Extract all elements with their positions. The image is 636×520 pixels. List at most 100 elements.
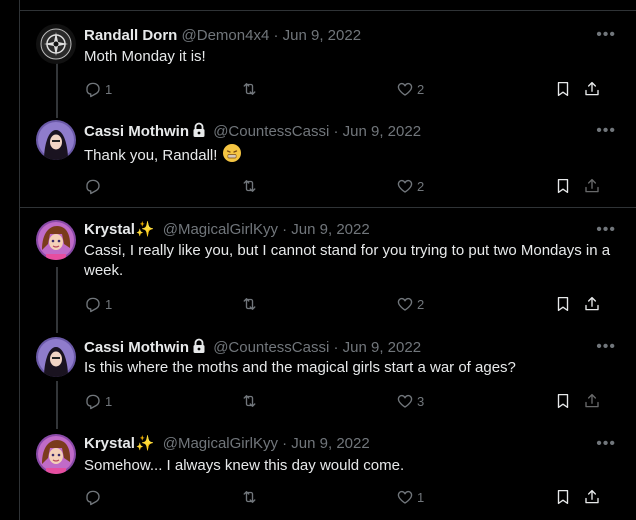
reply-button[interactable] (84, 177, 105, 195)
like-icon (397, 297, 413, 311)
like-button[interactable]: 2 (396, 80, 424, 98)
tweet-text-container: Thank you, Randall! (84, 143, 614, 166)
retweet-button[interactable] (240, 392, 262, 410)
share-button[interactable] (583, 80, 601, 98)
avatar[interactable] (36, 220, 76, 260)
tweet-actions: 1 3 (84, 392, 624, 412)
tweet-actions: 2 (84, 177, 624, 197)
retweet-button[interactable] (240, 488, 262, 506)
more-icon[interactable]: ••• (596, 221, 616, 239)
like-button[interactable]: 1 (396, 488, 424, 506)
tweet-actions: 1 2 (84, 80, 624, 100)
conversation-divider (19, 207, 636, 208)
tweet-date[interactable]: · Jun 9, 2022 (273, 27, 361, 44)
like-count: 2 (417, 296, 425, 312)
bookmark-icon (557, 393, 569, 409)
bookmark-icon (557, 178, 569, 194)
author-handle[interactable]: @Demon4x4 (182, 27, 270, 44)
reply-button[interactable]: 1 (84, 392, 112, 410)
share-icon (585, 178, 599, 193)
like-icon (397, 82, 413, 96)
author-name[interactable]: Krystal (84, 221, 135, 238)
reply-button[interactable] (84, 488, 105, 506)
tweet[interactable]: Krystal✨ @MagicalGirlKyy · Jun 9, 2022 •… (19, 434, 636, 514)
retweet-icon (243, 491, 256, 503)
avatar[interactable] (36, 434, 76, 474)
bookmark-button[interactable] (554, 295, 572, 313)
avatar[interactable] (36, 24, 76, 64)
share-button[interactable] (583, 488, 601, 506)
author-name[interactable]: Krystal (84, 435, 135, 452)
tweet-date[interactable]: · Jun 9, 2022 (282, 221, 370, 238)
avatar[interactable] (36, 337, 76, 377)
top-divider (19, 10, 636, 11)
like-count: 2 (417, 81, 425, 97)
retweet-button[interactable] (240, 295, 262, 313)
bookmark-button[interactable] (554, 392, 572, 410)
tweet[interactable]: Cassi Mothwin @CountessCassi · Jun 9, 20… (19, 337, 636, 417)
tweet-text: Cassi, I really like you, but I cannot s… (84, 242, 611, 279)
author-name[interactable]: Cassi Mothwin (84, 123, 189, 140)
retweet-icon (243, 180, 256, 192)
lock-icon (193, 122, 205, 137)
like-button[interactable]: 2 (396, 177, 424, 195)
reply-count: 1 (105, 393, 113, 409)
more-icon[interactable]: ••• (596, 26, 616, 44)
share-icon (585, 81, 599, 96)
like-button[interactable]: 2 (396, 295, 424, 313)
reply-icon (86, 297, 100, 313)
reply-button[interactable]: 1 (84, 295, 112, 313)
retweet-icon (243, 298, 256, 310)
reply-icon (86, 394, 100, 410)
sparkles-icon: ✨ (135, 435, 155, 452)
bookmark-icon (557, 489, 569, 505)
tweet[interactable]: Cassi Mothwin @CountessCassi · Jun 9, 20… (19, 120, 636, 200)
author-handle[interactable]: @CountessCassi (213, 339, 329, 356)
retweet-button[interactable] (240, 177, 262, 195)
bookmark-button[interactable] (554, 488, 572, 506)
reply-icon (86, 82, 100, 98)
tweet-text: Moth Monday it is! (84, 48, 206, 65)
emoji-face-icon (222, 144, 241, 162)
tweet[interactable]: Randall Dorn @Demon4x4 · Jun 9, 2022 •••… (19, 24, 636, 104)
more-icon[interactable]: ••• (596, 435, 616, 453)
like-count: 1 (417, 489, 425, 505)
tweet-date[interactable]: · Jun 9, 2022 (282, 435, 370, 452)
like-count: 3 (417, 393, 425, 409)
author-handle[interactable]: @CountessCassi (213, 123, 329, 140)
tweet-date[interactable]: · Jun 9, 2022 (333, 123, 421, 140)
tweet[interactable]: Krystal✨ @MagicalGirlKyy · Jun 9, 2022 •… (19, 220, 636, 320)
tweet-text: Thank you, Randall! (84, 147, 218, 164)
reply-icon (86, 490, 100, 506)
like-icon (397, 394, 413, 408)
like-icon (397, 490, 413, 504)
bookmark-button[interactable] (554, 80, 572, 98)
like-count: 2 (417, 178, 425, 194)
author-handle[interactable]: @MagicalGirlKyy (163, 435, 278, 452)
tweet-actions: 1 2 (84, 295, 624, 315)
share-button[interactable] (583, 295, 601, 313)
author-name[interactable]: Randall Dorn (84, 27, 177, 44)
reply-button[interactable]: 1 (84, 80, 112, 98)
bookmark-icon (557, 296, 569, 312)
author-name[interactable]: Cassi Mothwin (84, 339, 189, 356)
tweet-date[interactable]: · Jun 9, 2022 (333, 339, 421, 356)
share-icon (585, 296, 599, 311)
more-icon[interactable]: ••• (596, 122, 616, 140)
like-button[interactable]: 3 (396, 392, 424, 410)
tweet-actions: 1 (84, 488, 624, 508)
more-icon[interactable]: ••• (596, 338, 616, 356)
share-button[interactable] (583, 392, 601, 410)
retweet-icon (243, 83, 256, 95)
author-handle[interactable]: @MagicalGirlKyy (163, 221, 278, 238)
reply-count: 1 (105, 81, 113, 97)
sparkles-icon: ✨ (135, 221, 155, 238)
share-button[interactable] (583, 177, 601, 195)
bookmark-icon (557, 81, 569, 97)
bookmark-button[interactable] (554, 177, 572, 195)
avatar[interactable] (36, 120, 76, 160)
tweet-text: Somehow... I always knew this day would … (84, 457, 405, 474)
reply-count: 1 (105, 296, 113, 312)
retweet-button[interactable] (240, 80, 262, 98)
like-icon (397, 179, 413, 193)
